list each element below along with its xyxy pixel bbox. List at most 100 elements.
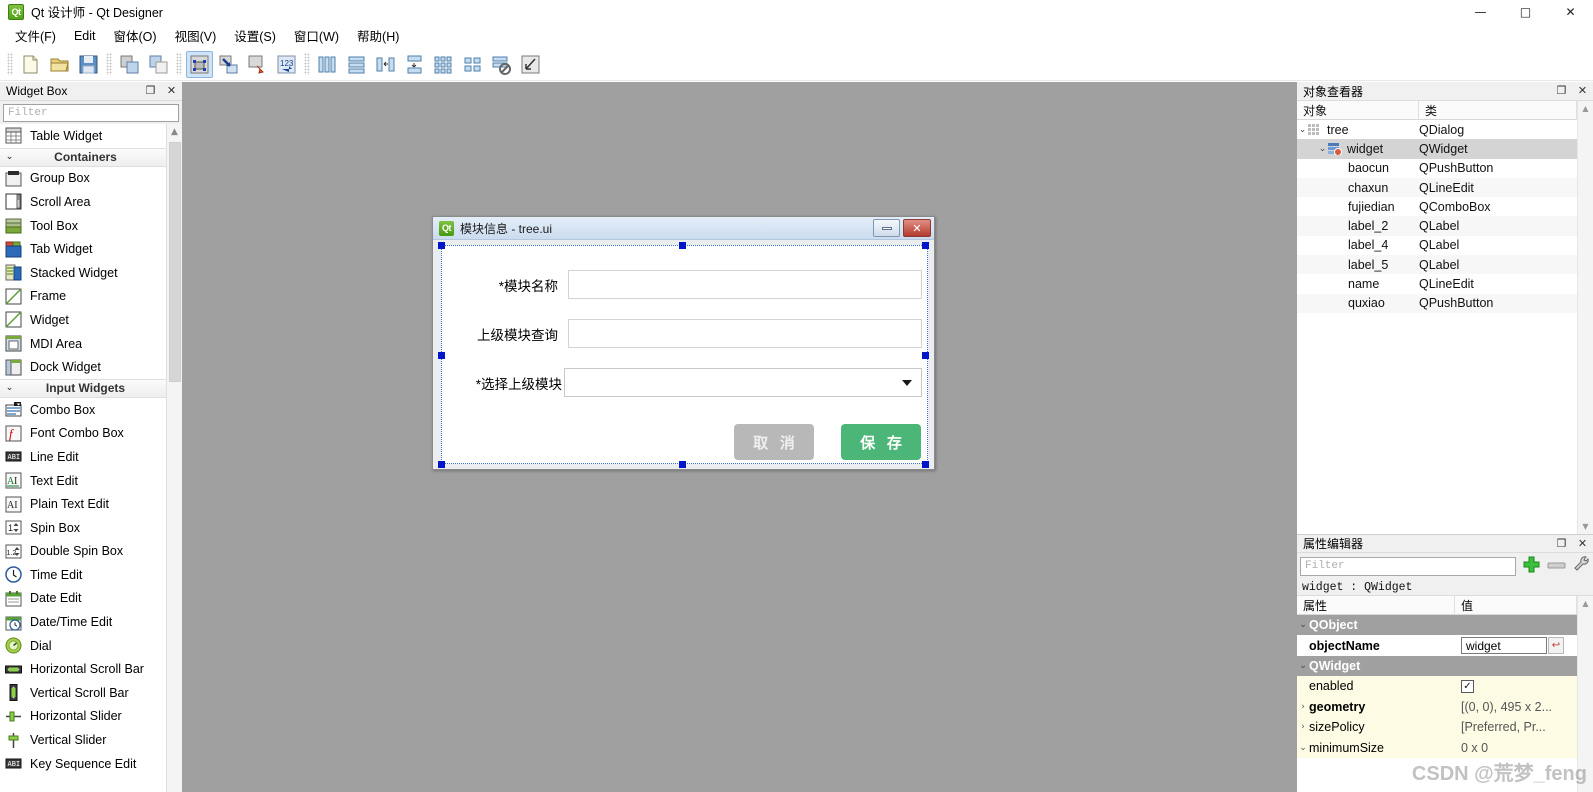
menu-help[interactable]: 帮助(H) bbox=[348, 23, 408, 48]
widget-box-item-mdi-area[interactable]: MDI Area bbox=[0, 331, 166, 356]
widget-box-item-combo-box[interactable]: Combo Box bbox=[0, 397, 166, 422]
widget-box-category-containers[interactable]: ⌄ Containers bbox=[0, 147, 166, 167]
form-window[interactable]: Qt 模块信息 - tree.ui ✕ *模块名称 上级模块查询 *选择上级模块… bbox=[432, 216, 935, 470]
property-value-cell[interactable] bbox=[1455, 656, 1577, 676]
form-widget-area[interactable]: *模块名称 上级模块查询 *选择上级模块 取 消 保 存 bbox=[438, 242, 929, 468]
close-icon[interactable]: ✕ bbox=[165, 84, 178, 97]
table-row[interactable]: baocun QPushButton bbox=[1297, 159, 1593, 178]
minimize-button[interactable]: — bbox=[1458, 0, 1503, 23]
widget-box-item-date-edit[interactable]: Date Edit bbox=[0, 586, 166, 611]
menu-settings[interactable]: 设置(S) bbox=[225, 23, 285, 48]
float-icon[interactable]: ❐ bbox=[1555, 537, 1568, 550]
menu-file[interactable]: 文件(F) bbox=[6, 23, 65, 48]
scroll-down-icon[interactable]: ▼ bbox=[1578, 519, 1593, 534]
table-row[interactable]: name QLineEdit bbox=[1297, 274, 1593, 293]
object-inspector-scrollbar[interactable]: ▲ ▼ bbox=[1577, 101, 1593, 534]
selection-handle-top-right[interactable] bbox=[922, 242, 929, 249]
toolbar-grip[interactable] bbox=[176, 53, 182, 75]
toolbar-grip[interactable] bbox=[304, 53, 310, 75]
property-row[interactable]: › sizePolicy [Preferred, Pr... bbox=[1297, 716, 1593, 738]
widget-box-item-plain-text-edit[interactable]: AI Plain Text Edit bbox=[0, 492, 166, 516]
selection-handle-bottom[interactable] bbox=[679, 461, 686, 468]
widget-box-item-horizontal-scroll-bar[interactable]: Horizontal Scroll Bar bbox=[0, 657, 166, 682]
chevron-down-icon[interactable]: ⌄ bbox=[1297, 661, 1309, 671]
save-icon[interactable] bbox=[75, 51, 102, 78]
chevron-down-icon[interactable]: ⌄ bbox=[1297, 125, 1308, 135]
form-title-bar[interactable]: Qt 模块信息 - tree.ui ✕ bbox=[433, 217, 934, 240]
edit-widgets-icon[interactable] bbox=[186, 50, 213, 78]
layout-in-splitter-h-icon[interactable] bbox=[372, 51, 399, 78]
reset-property-icon[interactable]: ↩ bbox=[1548, 637, 1564, 655]
column-header-class[interactable]: 类 bbox=[1419, 101, 1577, 120]
widget-box-item-table-widget[interactable]: Table Widget bbox=[0, 124, 166, 148]
maximize-button[interactable]: □ bbox=[1503, 0, 1548, 23]
table-row[interactable]: quxiao QPushButton bbox=[1297, 293, 1593, 313]
edit-buddies-icon[interactable] bbox=[244, 51, 271, 78]
toolbar-grip[interactable] bbox=[106, 53, 112, 75]
widget-box-item-line-edit[interactable]: ABI Line Edit bbox=[0, 445, 166, 469]
widget-box-item-spin-box[interactable]: 1 Spin Box bbox=[0, 515, 166, 540]
column-header-property[interactable]: 属性 bbox=[1297, 596, 1455, 615]
toolbar-grip[interactable] bbox=[7, 53, 13, 75]
layout-vertically-icon[interactable] bbox=[343, 51, 370, 78]
layout-in-splitter-v-icon[interactable] bbox=[401, 51, 428, 78]
property-value-cell[interactable]: 0 x 0 bbox=[1455, 737, 1577, 758]
widget-box-item-key-sequence-edit[interactable]: ABI Key Sequence Edit bbox=[0, 751, 166, 776]
chevron-icon[interactable]: › bbox=[1297, 722, 1309, 732]
widget-box-filter-input[interactable]: Filter bbox=[3, 104, 179, 122]
property-value-cell[interactable]: [(0, 0), 495 x 2... bbox=[1455, 696, 1577, 717]
widget-box-item-horizontal-slider[interactable]: Horizontal Slider bbox=[0, 704, 166, 729]
chevron-down-icon[interactable]: ⌄ bbox=[1297, 620, 1309, 630]
scroll-up-icon[interactable]: ▲ bbox=[1578, 101, 1593, 116]
property-editor-table[interactable]: 属性 值 ⌄ QObject objectName widget ↩ ⌄ QWidget en… bbox=[1297, 596, 1593, 792]
widget-box-item-scroll-area[interactable]: Scroll Area bbox=[0, 190, 166, 214]
property-filter-input[interactable]: Filter bbox=[1300, 556, 1516, 576]
column-header-value[interactable]: 值 bbox=[1455, 596, 1577, 615]
table-row[interactable]: label_2 QLabel bbox=[1297, 216, 1593, 236]
combobox-parent-module[interactable] bbox=[564, 368, 922, 397]
float-icon[interactable]: ❐ bbox=[1555, 84, 1568, 97]
widget-box-item-vertical-slider[interactable]: Vertical Slider bbox=[0, 728, 166, 752]
object-inspector-table[interactable]: 对象 类 ⌄ tree QDialog ⌄ widget QWidget baocun QPu… bbox=[1297, 101, 1593, 534]
property-value-cell[interactable]: ✓ bbox=[1455, 676, 1577, 697]
widget-box-item-font-combo-box[interactable]: f Font Combo Box bbox=[0, 421, 166, 446]
property-row[interactable]: › geometry [(0, 0), 495 x 2... bbox=[1297, 696, 1593, 717]
widget-box-item-widget[interactable]: Widget bbox=[0, 308, 166, 332]
property-value-input[interactable]: widget bbox=[1461, 637, 1547, 655]
close-icon[interactable]: ✕ bbox=[1576, 84, 1589, 97]
selection-handle-bottom-right[interactable] bbox=[922, 461, 929, 468]
property-value-cell[interactable]: widget ↩ bbox=[1455, 635, 1577, 655]
property-row[interactable]: ⌄ QWidget bbox=[1297, 655, 1593, 677]
paste-icon[interactable] bbox=[145, 51, 172, 78]
widget-box-item-dial[interactable]: Dial bbox=[0, 633, 166, 658]
widget-box-item-group-box[interactable]: Group Box bbox=[0, 166, 166, 191]
table-row[interactable]: label_4 QLabel bbox=[1297, 236, 1593, 255]
add-icon[interactable] bbox=[1522, 555, 1541, 577]
widget-box-item-text-edit[interactable]: A I Text Edit bbox=[0, 468, 166, 493]
close-button[interactable]: ✕ bbox=[1548, 0, 1593, 23]
scrollbar-thumb[interactable] bbox=[169, 142, 181, 382]
property-row[interactable]: enabled ✓ bbox=[1297, 676, 1593, 697]
save-button[interactable]: 保 存 bbox=[841, 424, 921, 460]
widget-box-scrollbar[interactable]: ▲ bbox=[166, 124, 182, 792]
menu-view[interactable]: 视图(V) bbox=[166, 23, 226, 48]
layout-form-icon[interactable] bbox=[459, 51, 486, 78]
layout-grid-icon[interactable] bbox=[430, 51, 457, 78]
new-file-icon[interactable] bbox=[17, 51, 44, 78]
menu-edit[interactable]: Edit bbox=[65, 26, 105, 46]
widget-box-item-stacked-widget[interactable]: Stacked Widget bbox=[0, 260, 166, 285]
scroll-up-icon[interactable]: ▲ bbox=[167, 124, 182, 140]
widget-box-item-tab-widget[interactable]: Tab Widget bbox=[0, 237, 166, 261]
selection-handle-left[interactable] bbox=[438, 352, 445, 359]
design-canvas[interactable]: Qt 模块信息 - tree.ui ✕ *模块名称 上级模块查询 *选择上级模块… bbox=[182, 82, 1297, 792]
widget-box-category-input-widgets[interactable]: ⌄ Input Widgets bbox=[0, 378, 166, 398]
input-parent-query[interactable] bbox=[568, 319, 922, 348]
input-module-name[interactable] bbox=[568, 270, 922, 299]
chevron-icon[interactable]: › bbox=[1297, 702, 1309, 712]
layout-horizontally-icon[interactable] bbox=[314, 51, 341, 78]
selection-handle-top-left[interactable] bbox=[438, 242, 445, 249]
table-row[interactable]: chaxun QLineEdit bbox=[1297, 177, 1593, 198]
column-header-object[interactable]: 对象 bbox=[1297, 101, 1419, 120]
adjust-size-icon[interactable] bbox=[517, 51, 544, 78]
selection-handle-bottom-left[interactable] bbox=[438, 461, 445, 468]
